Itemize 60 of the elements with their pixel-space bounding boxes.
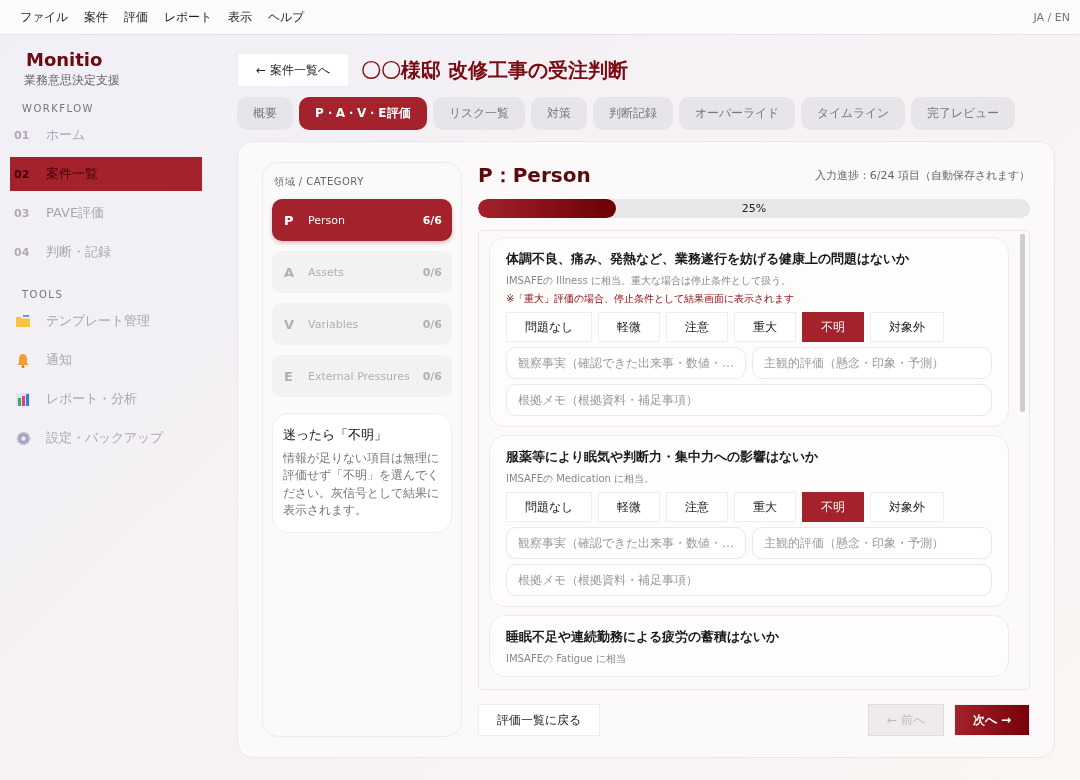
- menu-item[interactable]: 評価: [116, 8, 156, 26]
- rating-option[interactable]: 注意: [666, 312, 728, 342]
- gear-icon: [15, 430, 31, 446]
- menu-item[interactable]: ヘルプ: [260, 8, 312, 26]
- section-title: P：Person: [478, 162, 591, 189]
- scrollbar[interactable]: [1020, 234, 1025, 412]
- rating-option[interactable]: 対象外: [870, 312, 944, 342]
- rating-option[interactable]: 不明: [802, 312, 864, 342]
- input-field[interactable]: 根拠メモ（根拠資料・補足事項）: [506, 384, 992, 416]
- rating-option[interactable]: 軽微: [598, 312, 660, 342]
- category-item[interactable]: P Person 6/6: [272, 199, 452, 241]
- tab[interactable]: タイムライン: [800, 97, 905, 130]
- brand-subtitle: 業務意思決定支援: [23, 72, 121, 89]
- page-title: 〇〇様邸 改修工事の受注判断: [360, 56, 628, 84]
- tab[interactable]: P・A・V・E評価: [299, 97, 427, 130]
- rating-option[interactable]: 問題なし: [506, 492, 592, 522]
- language-link[interactable]: JA / EN: [1033, 10, 1070, 24]
- input-field[interactable]: 根拠メモ（根拠資料・補足事項）: [506, 564, 992, 596]
- menu-item[interactable]: レポート: [156, 8, 220, 26]
- rating-option[interactable]: 対象外: [870, 492, 944, 522]
- question-note: IMSAFEの Illness に相当。重大な場合は停止条件として扱う。: [506, 274, 792, 288]
- tab[interactable]: オーバーライド: [678, 97, 795, 130]
- section-heading: WORKFLOW: [21, 103, 95, 114]
- next-button[interactable]: 次へ →: [953, 704, 1030, 736]
- hint-text: 情報が足りない項目は無理に評価せず「不明」を選んでください。灰信号として結果に表示されます。: [283, 450, 440, 520]
- question-title: 服薬等により眠気や判断力・集中力への影響はないか: [506, 448, 819, 466]
- question-note: IMSAFEの Fatigue に相当: [506, 652, 627, 666]
- folder-icon: [15, 314, 31, 328]
- question-title: 体調不良、痛み、発熱など、業務遂行を妨げる健康上の問題はないか: [506, 250, 910, 268]
- rating-option[interactable]: 問題なし: [506, 312, 592, 342]
- back-to-list-button[interactable]: 評価一覧に戻る: [478, 704, 600, 736]
- bar-chart-icon: [15, 391, 31, 407]
- progress-text: 入力進捗：6/24 項目（自動保存されます）: [814, 168, 1030, 183]
- menu-item[interactable]: ファイル: [12, 8, 76, 26]
- brand-name: Monitio: [25, 49, 104, 70]
- question-title: 睡眠不足や連続勤務による疲労の蓄積はないか: [506, 628, 780, 646]
- tab[interactable]: 対策: [530, 97, 587, 130]
- menu-item[interactable]: 案件: [76, 8, 116, 26]
- tab[interactable]: 完了レビュー: [910, 97, 1015, 130]
- question-note: IMSAFEの Medication に相当。: [506, 472, 656, 486]
- tab[interactable]: 判断記録: [592, 97, 673, 130]
- input-field[interactable]: 観察事実（確認できた出来事・数値・…: [506, 347, 746, 379]
- progress-label: 25%: [740, 201, 768, 217]
- hint-title: 迷ったら「不明」: [283, 426, 388, 444]
- rating-option[interactable]: 注意: [666, 492, 728, 522]
- section-heading: TOOLS: [21, 289, 65, 300]
- rating-option[interactable]: 不明: [802, 492, 864, 522]
- input-field[interactable]: 観察事実（確認できた出来事・数値・…: [506, 527, 746, 559]
- rating-option[interactable]: 重大: [734, 312, 796, 342]
- rating-option[interactable]: 重大: [734, 492, 796, 522]
- back-button[interactable]: ← 案件一覧へ: [237, 53, 349, 87]
- rating-option[interactable]: 軽微: [598, 492, 660, 522]
- bell-icon: [16, 352, 30, 368]
- warning-text: ※「重大」評価の場合、停止条件として結果画面に表示されます: [506, 292, 796, 306]
- input-field[interactable]: 主観的評価（懸念・印象・予測）: [752, 347, 992, 379]
- category-heading: 領域 / CATEGORY: [274, 175, 365, 189]
- input-field[interactable]: 主観的評価（懸念・印象・予測）: [752, 527, 992, 559]
- tab[interactable]: 概要: [237, 97, 293, 130]
- menu-item[interactable]: 表示: [220, 8, 260, 26]
- tab[interactable]: リスク一覧: [432, 97, 525, 130]
